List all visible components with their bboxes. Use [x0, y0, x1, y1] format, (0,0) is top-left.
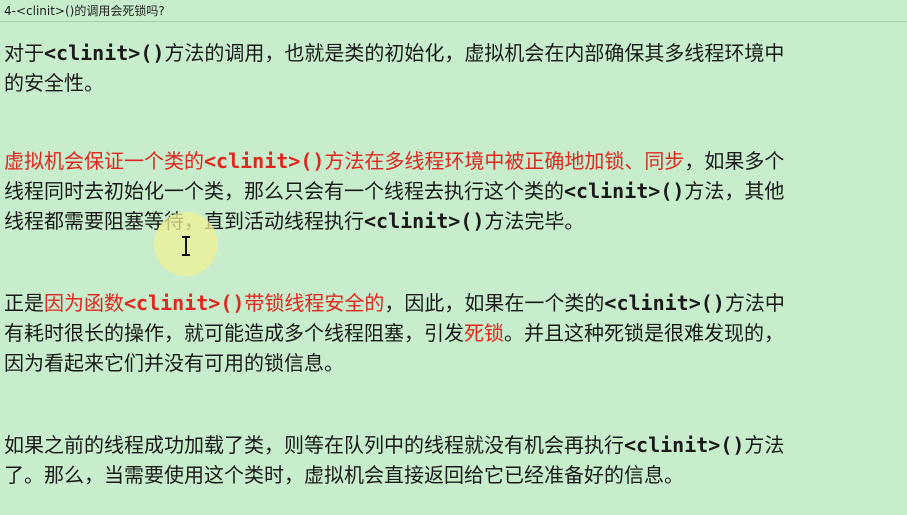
text: 方法中	[724, 291, 785, 315]
line: 虚拟机会保证一个类的<clinit>()方法在多线程环境中被正确地加锁、同步，如…	[4, 146, 899, 176]
code-text: <clinit>()	[44, 41, 165, 65]
line: 线程都需要阻塞等待，直到活动线程执行<clinit>()方法完毕。	[4, 206, 899, 236]
code-text: <clinit>()	[604, 291, 725, 315]
text: ，如果多个	[684, 149, 785, 173]
text: 因为看起来它们并没有可用的锁信息。	[4, 351, 344, 375]
code-text: <clinit>()	[624, 433, 745, 457]
text: 方法	[744, 433, 785, 457]
text: 线程同时去初始化一个类，那么只会有一个线程去执行这个类的	[4, 179, 564, 203]
code-text: <clinit>()	[564, 179, 685, 203]
text: ，因此，如果在一个类的	[384, 291, 605, 315]
line: 的安全性。	[4, 68, 899, 98]
text: 如果之前的线程成功加载了类，则等在队列中的线程就没有机会再执行	[4, 433, 624, 457]
highlighted-text: 死锁	[464, 321, 504, 345]
highlighted-text: 虚拟机会保证一个类的	[4, 149, 204, 173]
line: 正是因为函数<clinit>()带锁线程安全的，因此，如果在一个类的<clini…	[4, 288, 899, 318]
code-text: <clinit>()	[124, 291, 245, 315]
highlighted-text: 带锁线程安全的	[244, 291, 385, 315]
highlighted-text: 方法在多线程环境中被正确地加锁、同步	[324, 149, 685, 173]
line: 线程同时去初始化一个类，那么只会有一个线程去执行这个类的<clinit>()方法…	[4, 176, 899, 206]
text: 。并且这种死锁是很难发现的，	[504, 321, 784, 345]
text: 正是	[4, 291, 44, 315]
code-text: <clinit>()	[204, 149, 325, 173]
paragraph-4: 如果之前的线程成功加载了类，则等在队列中的线程就没有机会再执行<clinit>(…	[4, 430, 899, 490]
window-title: 4-<clinit>()的调用会死锁吗?	[0, 0, 907, 22]
text-cursor-icon	[182, 236, 190, 256]
text: 有耗时很长的操作，就可能造成多个线程阻塞，引发	[4, 321, 464, 345]
line: 如果之前的线程成功加载了类，则等在队列中的线程就没有机会再执行<clinit>(…	[4, 430, 899, 460]
text: 了。那么，当需要使用这个类时，虚拟机会直接返回给它已经准备好的信息。	[4, 463, 684, 487]
paragraph-2: 虚拟机会保证一个类的<clinit>()方法在多线程环境中被正确地加锁、同步，如…	[4, 146, 899, 236]
code-text: <clinit>()	[364, 209, 485, 233]
text: 的安全性。	[4, 71, 104, 95]
document-body: 对于<clinit>()方法的调用，也就是类的初始化，虚拟机会在内部确保其多线程…	[4, 38, 899, 490]
paragraph-1: 对于<clinit>()方法的调用，也就是类的初始化，虚拟机会在内部确保其多线程…	[4, 38, 899, 98]
text: 方法的调用，也就是类的初始化，虚拟机会在内部确保其多线程环境中	[164, 41, 785, 65]
text: 对于	[4, 41, 44, 65]
highlighted-text: 因为函数	[44, 291, 124, 315]
line: 对于<clinit>()方法的调用，也就是类的初始化，虚拟机会在内部确保其多线程…	[4, 38, 899, 68]
text: 方法，其他	[684, 179, 785, 203]
line: 有耗时很长的操作，就可能造成多个线程阻塞，引发死锁。并且这种死锁是很难发现的，	[4, 318, 899, 348]
line: 了。那么，当需要使用这个类时，虚拟机会直接返回给它已经准备好的信息。	[4, 460, 899, 490]
line: 因为看起来它们并没有可用的锁信息。	[4, 348, 899, 378]
text: 方法完毕。	[484, 209, 585, 233]
paragraph-3: 正是因为函数<clinit>()带锁线程安全的，因此，如果在一个类的<clini…	[4, 288, 899, 378]
